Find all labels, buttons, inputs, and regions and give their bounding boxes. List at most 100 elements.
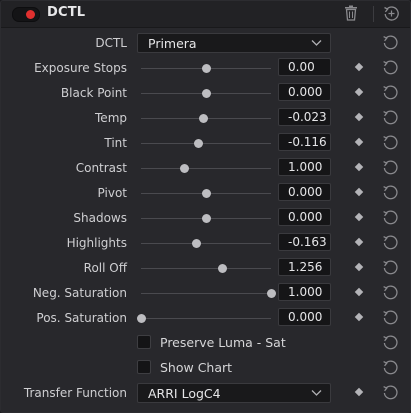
preserve-luma-sat-label: Preserve Luma - Sat [160, 335, 286, 350]
reset-icon[interactable] [382, 359, 399, 376]
reset-icon[interactable] [382, 234, 399, 251]
slider-label: Highlights [66, 236, 127, 250]
keyframe-diamond-icon[interactable] [354, 162, 364, 172]
dctl-label: DCTL [95, 36, 127, 50]
value-field[interactable]: -0.116 [278, 133, 331, 151]
value-field[interactable]: 1.000 [278, 283, 331, 301]
slider-row: Tint -0.116 [1, 131, 410, 156]
value-field[interactable]: 0.000 [278, 183, 331, 201]
reset-icon[interactable] [382, 284, 399, 301]
preserve-luma-sat-checkbox[interactable] [137, 335, 151, 349]
value-field[interactable]: 0.00 [278, 58, 331, 76]
slider-label: Black Point [60, 86, 127, 100]
slider-label: Roll Off [83, 261, 127, 275]
reset-icon[interactable] [382, 59, 399, 76]
slider-track[interactable] [141, 264, 271, 273]
transfer-function-select[interactable]: ARRI LogC4 [137, 383, 331, 403]
slider-track[interactable] [137, 314, 271, 323]
dctl-row: DCTL Primera [1, 31, 410, 56]
keyframe-diamond-icon[interactable] [354, 87, 364, 97]
show-chart-label: Show Chart [160, 360, 233, 375]
reset-icon[interactable] [382, 134, 399, 151]
slider-label: Contrast [75, 161, 127, 175]
reset-all-icon[interactable] [383, 5, 400, 22]
dctl-panel: DCTL DCTL Primera Exposure Stops 0.00 Bl… [0, 0, 411, 413]
value-field[interactable]: 1.256 [278, 258, 331, 276]
keyframe-diamond-icon[interactable] [354, 112, 364, 122]
reset-icon[interactable] [382, 209, 399, 226]
keyframe-diamond-icon[interactable] [354, 137, 364, 147]
header-divider [373, 6, 374, 22]
trash-icon[interactable] [344, 5, 358, 21]
slider-thumb[interactable] [202, 64, 211, 73]
slider-track[interactable] [141, 114, 271, 123]
slider-label: Pivot [97, 186, 127, 200]
slider-row: Temp -0.023 [1, 106, 410, 131]
slider-label: Neg. Saturation [32, 286, 127, 300]
reset-icon[interactable] [382, 84, 399, 101]
slider-track[interactable] [141, 64, 271, 73]
slider-track[interactable] [141, 214, 271, 223]
slider-thumb[interactable] [199, 114, 208, 123]
slider-label: Temp [95, 111, 127, 125]
reset-icon[interactable] [382, 109, 399, 126]
slider-track[interactable] [141, 189, 271, 198]
slider-row: Highlights -0.163 [1, 231, 410, 256]
slider-row: Exposure Stops 0.00 [1, 56, 410, 81]
value-field[interactable]: 0.000 [278, 83, 331, 101]
slider-track[interactable] [141, 89, 271, 98]
keyframe-diamond-icon[interactable] [354, 262, 364, 272]
slider-thumb[interactable] [194, 139, 203, 148]
keyframe-diamond-icon[interactable] [354, 387, 364, 397]
slider-track[interactable] [141, 164, 271, 173]
slider-row: Contrast 1.000 [1, 156, 410, 181]
preserve-luma-sat-row: Preserve Luma - Sat [1, 331, 410, 356]
keyframe-diamond-icon[interactable] [354, 287, 364, 297]
slider-thumb[interactable] [218, 264, 227, 273]
keyframe-diamond-icon[interactable] [354, 237, 364, 247]
reset-icon[interactable] [382, 384, 399, 401]
slider-thumb[interactable] [180, 164, 189, 173]
toggle-knob [26, 10, 35, 19]
keyframe-diamond-icon[interactable] [354, 312, 364, 322]
slider-label: Pos. Saturation [36, 311, 127, 325]
transfer-function-row: Transfer Function ARRI LogC4 [1, 381, 410, 406]
chevron-down-icon [311, 390, 322, 396]
slider-row: Shadows 0.000 [1, 206, 410, 231]
slider-thumb[interactable] [202, 214, 211, 223]
slider-thumb[interactable] [202, 189, 211, 198]
value-field[interactable]: 1.000 [278, 158, 331, 176]
slider-track[interactable] [141, 139, 271, 148]
reset-icon[interactable] [382, 334, 399, 351]
reset-icon[interactable] [382, 259, 399, 276]
value-field[interactable]: 0.000 [278, 208, 331, 226]
slider-thumb[interactable] [267, 289, 276, 298]
reset-icon[interactable] [382, 34, 399, 51]
keyframe-diamond-icon[interactable] [354, 187, 364, 197]
keyframe-diamond-icon[interactable] [354, 62, 364, 72]
show-chart-checkbox[interactable] [137, 360, 151, 374]
value-field[interactable]: -0.023 [278, 108, 331, 126]
dctl-select[interactable]: Primera [137, 33, 331, 53]
reset-icon[interactable] [382, 184, 399, 201]
slider-row: Roll Off 1.256 [1, 256, 410, 281]
reset-icon[interactable] [382, 309, 399, 326]
slider-label: Tint [104, 136, 127, 150]
reset-icon[interactable] [382, 159, 399, 176]
slider-track[interactable] [141, 239, 271, 248]
value-field[interactable]: -0.163 [278, 233, 331, 251]
enable-toggle[interactable] [12, 7, 40, 22]
slider-row: Pivot 0.000 [1, 181, 410, 206]
dctl-select-value: Primera [148, 36, 197, 51]
slider-thumb[interactable] [202, 89, 211, 98]
slider-label: Exposure Stops [34, 61, 127, 75]
slider-track[interactable] [141, 289, 276, 298]
slider-row: Black Point 0.000 [1, 81, 410, 106]
panel-title: DCTL [47, 5, 86, 20]
value-field[interactable]: 0.000 [278, 308, 331, 326]
panel-header: DCTL [1, 1, 410, 28]
slider-thumb[interactable] [137, 314, 146, 323]
keyframe-diamond-icon[interactable] [354, 212, 364, 222]
slider-label: Shadows [73, 211, 127, 225]
slider-thumb[interactable] [192, 239, 201, 248]
